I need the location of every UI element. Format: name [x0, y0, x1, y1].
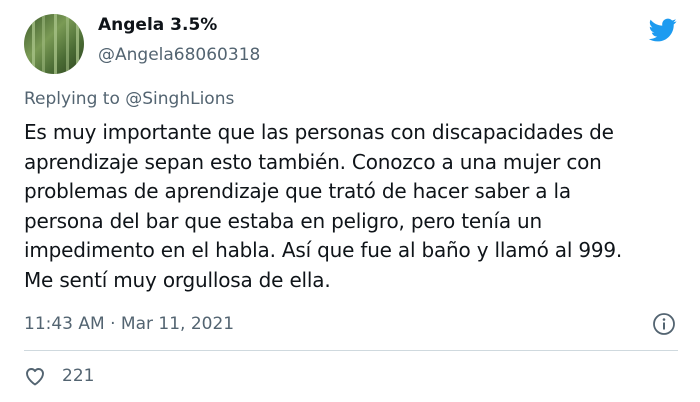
twitter-bird-icon[interactable]	[647, 16, 679, 44]
author-name[interactable]: Angela 3.5%	[98, 14, 217, 36]
replying-to: Replying to @SinghLions	[24, 87, 234, 111]
like-count: 221	[62, 366, 95, 386]
info-icon[interactable]	[652, 312, 676, 336]
reply-target-link[interactable]: @SinghLions	[125, 89, 234, 109]
avatar[interactable]	[24, 14, 84, 74]
like-button[interactable]: 221	[22, 364, 94, 388]
divider	[24, 350, 678, 351]
author-handle[interactable]: @Angela68060318	[98, 44, 260, 66]
replying-to-label: Replying to	[24, 89, 126, 109]
tweet-text: Es muy importante que las personas con d…	[24, 120, 623, 292]
heart-icon	[26, 368, 44, 386]
tweet-timestamp[interactable]: 11:43 AM · Mar 11, 2021	[24, 312, 234, 336]
